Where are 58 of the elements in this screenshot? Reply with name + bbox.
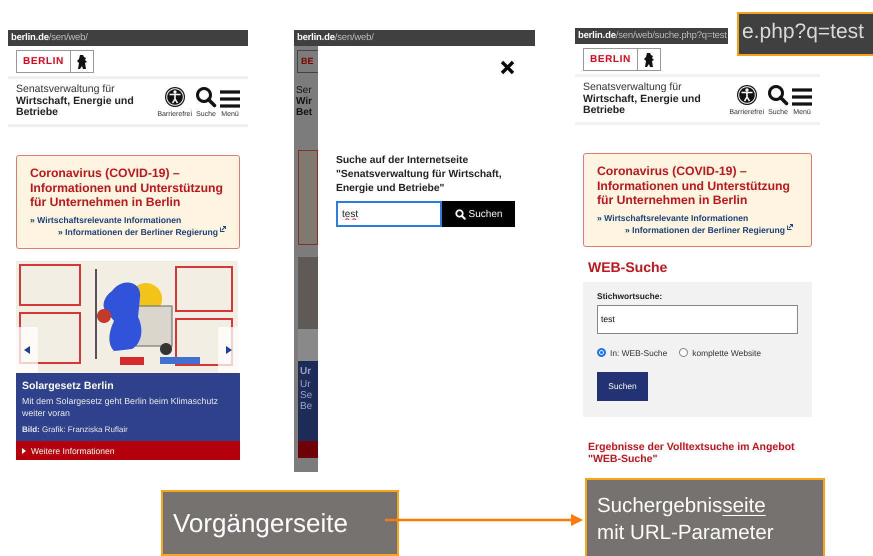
close-button[interactable] xyxy=(500,60,515,75)
scope-option[interactable]: komplette Website xyxy=(679,348,762,358)
results-heading: Ergebnisse der Volltextsuche im Angebot "WEB-Suche" xyxy=(588,440,796,464)
search-icon xyxy=(454,208,466,220)
previous-button[interactable] xyxy=(16,326,38,372)
external-link-icon xyxy=(220,226,226,232)
berlin-logo[interactable]: BERLIN xyxy=(583,48,661,71)
menu-icon xyxy=(792,88,812,106)
text-fragment: Ur xyxy=(299,365,312,379)
note-label: Vorgängerseite xyxy=(173,508,348,538)
berlin-logo[interactable]: BERLIN xyxy=(16,50,94,73)
search-icon xyxy=(195,86,217,108)
next-icon xyxy=(226,346,232,354)
close-icon xyxy=(500,60,515,75)
button-fragment xyxy=(298,441,318,458)
image-credit: Bild: Grafik: Franziska Ruflair xyxy=(22,424,129,434)
section-heading: WEB-Suche xyxy=(588,258,668,274)
scope-option[interactable]: In: WEB-Suche xyxy=(597,348,668,358)
text-fragment: Ser xyxy=(295,85,313,96)
notice-link[interactable]: » Informationen der Berliner Regierung xyxy=(597,224,805,236)
field-label: Stichwortsuche: xyxy=(597,290,664,300)
organization-name: Senatsverwaltung für Wirtschaft, Energie und Betriebe xyxy=(16,84,135,119)
radio-button[interactable] xyxy=(679,348,688,357)
organization-name: Senatsverwaltung für Wirtschaft, Energie und Betriebe xyxy=(583,82,702,117)
notice-link[interactable]: » Wirtschaftsrelevante Informationen xyxy=(597,212,805,224)
address-bar[interactable]: berlin.de/sen/web/ xyxy=(294,30,535,46)
next-button[interactable] xyxy=(218,326,240,372)
accessibility-icon xyxy=(164,86,186,108)
keyword-field[interactable]: test xyxy=(597,304,798,334)
submit-button[interactable]: Suchen xyxy=(597,372,648,400)
external-link-icon xyxy=(787,224,794,230)
note-label: Suchergebnisseite mit URL-Parameter xyxy=(597,493,774,546)
triangle-icon xyxy=(22,448,26,454)
slide-text: Mit dem Solargesetz geht Berlin beim Klimaschutz weiter voran xyxy=(22,394,220,418)
address-zoom: e.php?q=test xyxy=(742,20,864,43)
text-fragment: Be xyxy=(299,401,314,412)
address-bar[interactable]: berlin.de/sen/web/ xyxy=(8,30,248,46)
search-icon xyxy=(767,84,789,106)
notice-link[interactable]: » Wirtschaftsrelevante Informationen xyxy=(30,214,233,226)
notice-title: Coronavirus (COVID-19) – Informationen und Unterstützung für Unternehmen in Berlin xyxy=(597,164,791,208)
slider-fragment xyxy=(298,329,318,361)
text-fragment: Se xyxy=(299,390,314,401)
text-fragment: Wir xyxy=(295,96,314,107)
text-fragment: Ur xyxy=(299,379,312,390)
slide-title: Solargesetz Berlin xyxy=(22,380,115,392)
more-info-button[interactable]: Weitere Informationen xyxy=(16,440,240,460)
radio-button[interactable] xyxy=(597,348,606,357)
notice-title: Coronavirus (COVID-19) – Informationen und Unterstützung für Unternehmen in Berlin xyxy=(30,166,224,210)
menu-icon xyxy=(220,90,240,108)
search-field[interactable]: test xyxy=(336,201,442,227)
search-prompt: Suche auf der Internetseite "Senatsverwaltung für Wirtschaft, Energie und Betriebe" xyxy=(336,154,503,196)
text-fragment: Bet xyxy=(295,107,314,118)
image-fragment xyxy=(298,257,318,329)
search-button[interactable]: Suchen xyxy=(442,201,515,227)
previous-icon xyxy=(24,346,30,354)
notice-link[interactable]: » Informationen der Berliner Regierung xyxy=(30,226,233,238)
accessibility-icon xyxy=(736,84,758,106)
address-bar[interactable]: berlin.de/sen/web/suche.php?q=test xyxy=(575,28,728,44)
